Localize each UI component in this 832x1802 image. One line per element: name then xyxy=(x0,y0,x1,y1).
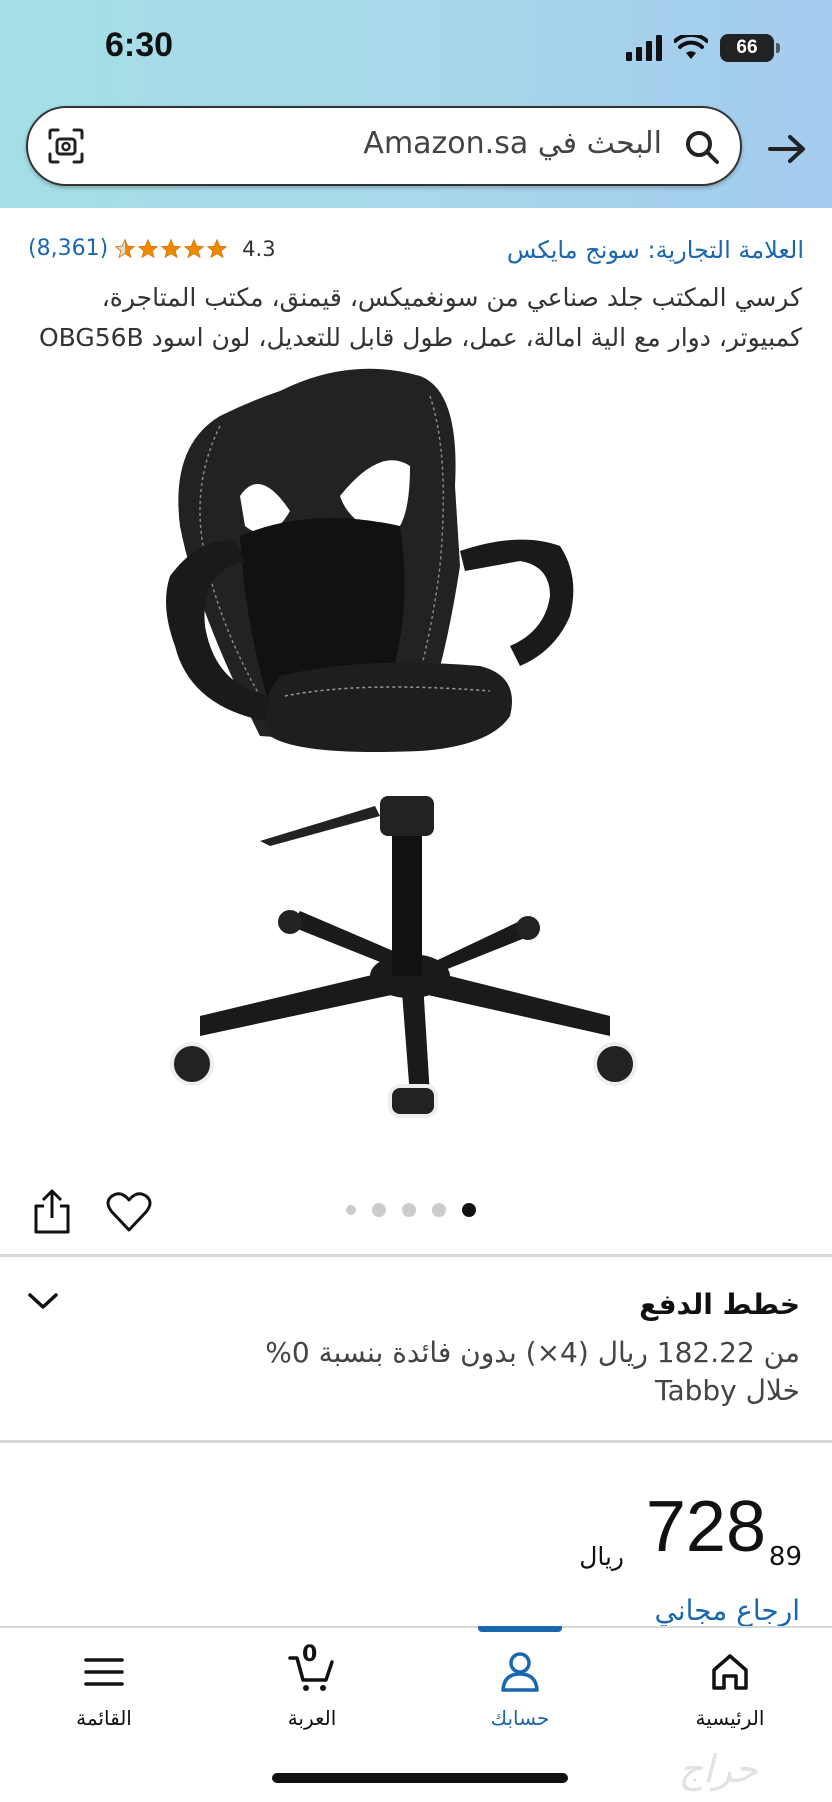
payment-plans-title: خطط الدفع xyxy=(639,1288,800,1321)
home-icon xyxy=(712,1654,748,1690)
share-icon[interactable] xyxy=(30,1188,74,1236)
nav-label: العربة xyxy=(287,1706,337,1730)
carousel-dot[interactable] xyxy=(432,1203,446,1217)
star-icon xyxy=(160,238,182,258)
star-icon xyxy=(183,238,205,258)
payment-plans-description: من 182.22 ريال (4×) بدون فائدة بنسبة 0% … xyxy=(265,1336,800,1407)
search-placeholder: البحث في Amazon.sa xyxy=(363,126,662,161)
rating-value: 4.3 xyxy=(242,236,276,261)
back-arrow-icon[interactable] xyxy=(766,128,808,170)
rating[interactable]: (8,361) 4.3 xyxy=(28,236,276,261)
account-icon xyxy=(501,1652,539,1692)
nav-label: الرئيسية xyxy=(695,1706,765,1730)
price: 89 728 ريال xyxy=(542,1486,802,1576)
cart-count: 0 xyxy=(302,1642,318,1667)
carousel-dot[interactable] xyxy=(346,1205,356,1215)
free-returns-link[interactable]: ارجاع مجاني xyxy=(655,1594,800,1627)
signal-icon xyxy=(626,35,662,61)
divider xyxy=(0,1254,832,1257)
nav-cart[interactable]: 0 العربة xyxy=(232,1628,392,1748)
camera-scan-icon[interactable] xyxy=(46,126,86,166)
nav-account[interactable]: حسابك xyxy=(440,1628,600,1748)
wifi-icon xyxy=(674,35,708,59)
search-icon[interactable] xyxy=(682,127,722,167)
brand-rating-row: العلامة التجارية: سونج مايكس (8,361) 4.3 xyxy=(0,232,832,272)
status-icons: 66 xyxy=(626,30,780,66)
nav-menu[interactable]: القائمة xyxy=(24,1628,184,1748)
star-icon xyxy=(206,238,228,258)
star-icon xyxy=(137,238,159,258)
chevron-down-icon[interactable] xyxy=(26,1290,60,1312)
watermark: حراج xyxy=(678,1747,758,1791)
product-title: كرسي المكتب جلد صناعي من سونغميكس، قيمنق… xyxy=(38,283,802,352)
search-input[interactable]: البحث في Amazon.sa xyxy=(26,106,742,186)
carousel-dot[interactable] xyxy=(372,1203,386,1217)
status-time: 6:30 xyxy=(105,26,174,64)
nav-label: القائمة xyxy=(76,1706,132,1730)
product-image[interactable] xyxy=(160,366,670,1136)
app-header: 6:30 66 البحث في Amazon.sa xyxy=(0,0,832,208)
price-currency: ريال xyxy=(579,1542,624,1571)
carousel-dot-active[interactable] xyxy=(462,1203,476,1217)
divider xyxy=(0,1440,832,1443)
rating-stars xyxy=(114,238,228,260)
price-whole: 728 xyxy=(645,1487,766,1567)
heart-icon[interactable] xyxy=(106,1190,152,1234)
carousel-dots[interactable] xyxy=(346,1203,476,1217)
price-fraction: 89 xyxy=(768,1542,802,1572)
brand-link[interactable]: العلامة التجارية: سونج مايكس xyxy=(507,236,804,264)
battery-icon: 66 xyxy=(720,34,780,62)
carousel-dot[interactable] xyxy=(402,1203,416,1217)
home-indicator[interactable] xyxy=(272,1773,568,1783)
star-icon xyxy=(114,238,136,258)
menu-icon xyxy=(84,1658,124,1686)
nav-label: حسابك xyxy=(490,1706,550,1730)
rating-count[interactable]: (8,361) xyxy=(28,236,108,261)
nav-home[interactable]: الرئيسية xyxy=(650,1628,810,1748)
